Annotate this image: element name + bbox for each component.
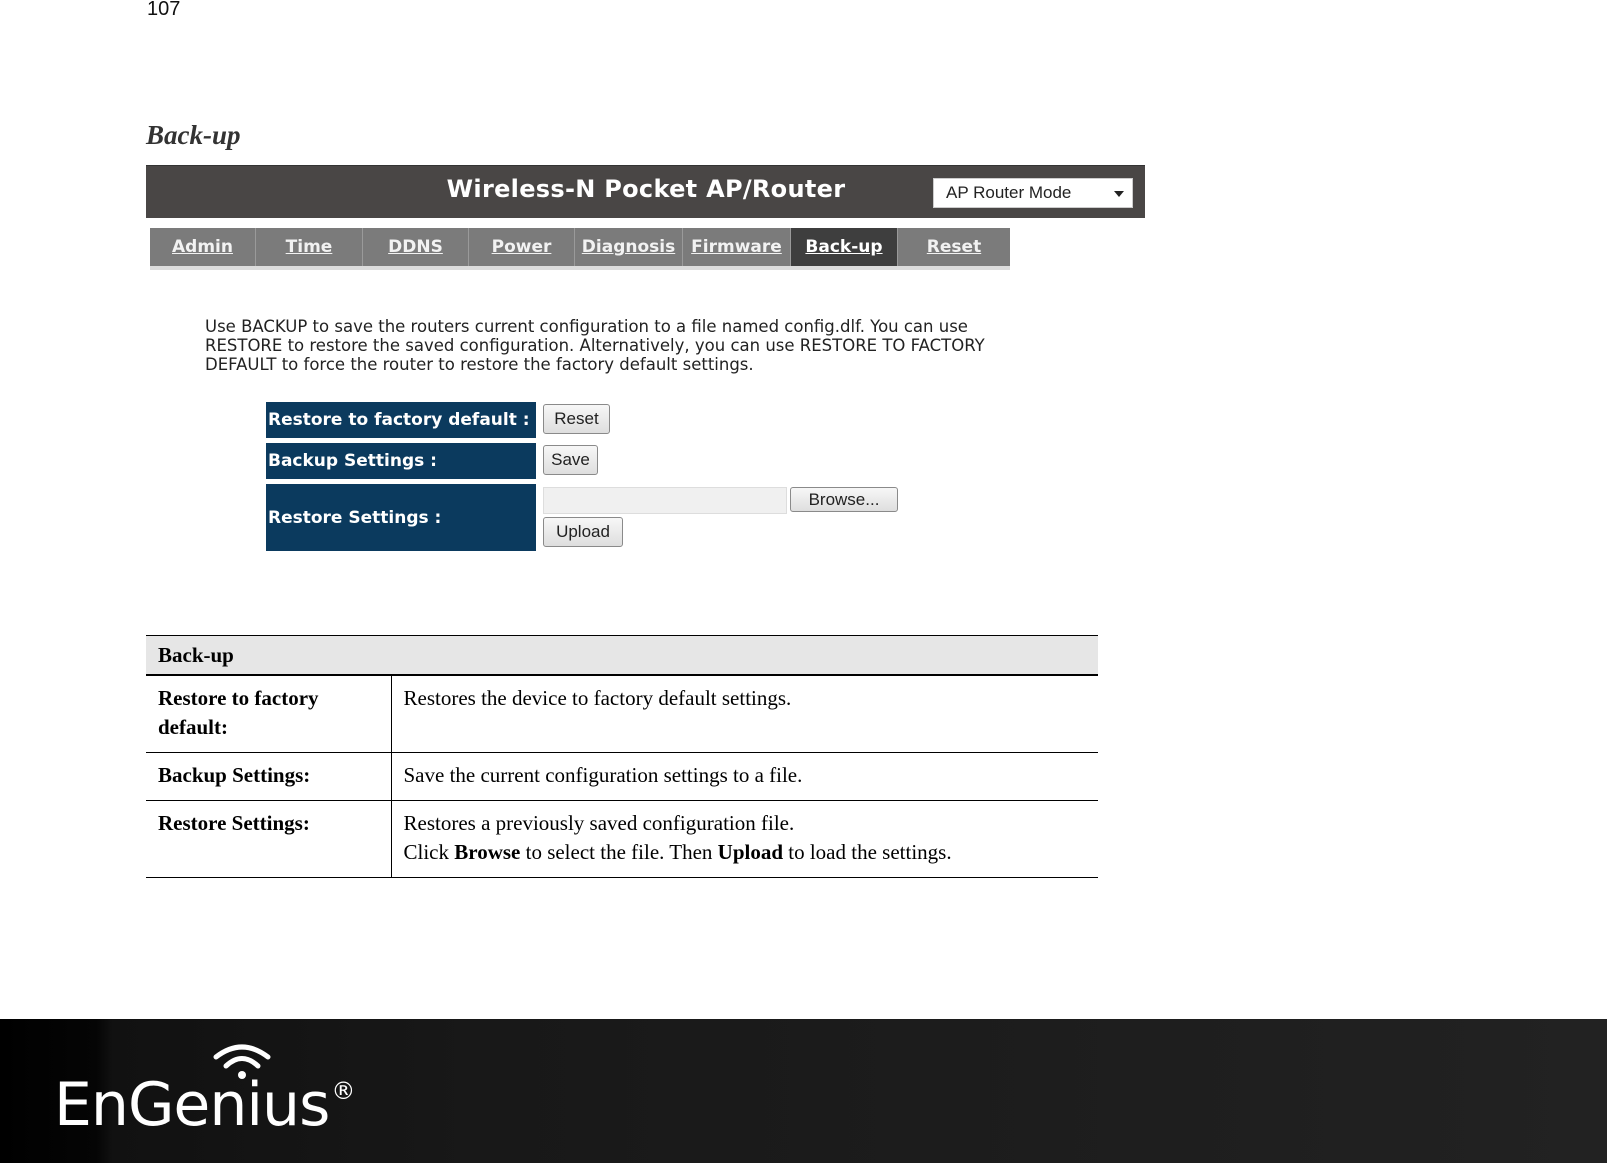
tab-time[interactable]: Time: [256, 228, 363, 266]
nav-bar: Admin Time DDNS Power Diagnosis Firmware…: [150, 228, 1010, 270]
router-title: Wireless-N Pocket AP/Router: [446, 175, 846, 203]
restore-file-input[interactable]: [543, 487, 787, 514]
table-term: Restore to factory default:: [146, 674, 392, 753]
table-row: Restore to factory default: Restores the…: [146, 674, 1098, 753]
reset-button[interactable]: Reset: [543, 404, 610, 434]
backup-description-table: Back-up Restore to factory default: Rest…: [146, 635, 1098, 878]
logo-text: EnGenius: [54, 1070, 330, 1140]
chevron-down-icon: [1114, 191, 1124, 197]
router-header: Wireless-N Pocket AP/Router AP Router Mo…: [146, 165, 1145, 218]
restore-factory-label: Restore to factory default :: [266, 402, 536, 438]
mode-select[interactable]: AP Router Mode: [933, 178, 1133, 208]
tab-backup[interactable]: Back-up: [791, 228, 898, 266]
desc-browse-bold: Browse: [454, 839, 521, 864]
table-desc: Restores the device to factory default s…: [391, 674, 1098, 753]
backup-settings-label: Backup Settings :: [266, 443, 536, 479]
backup-description: Use BACKUP to save the routers current c…: [205, 317, 985, 374]
restore-settings-label: Restore Settings :: [266, 484, 536, 551]
table-term: Restore Settings:: [146, 800, 392, 878]
page-footer: EnGenius®: [0, 1019, 1607, 1163]
table-desc-line2: Click Browse to select the file. Then Up…: [404, 838, 1087, 867]
registered-mark: ®: [331, 1077, 355, 1105]
router-ui-screenshot: Wireless-N Pocket AP/Router AP Router Mo…: [146, 165, 1146, 565]
engenius-logo: EnGenius®: [54, 1075, 355, 1135]
desc-text: Click: [403, 839, 455, 864]
table-row: Restore Settings: Restores a previously …: [146, 800, 1098, 878]
table-header: Back-up: [146, 635, 1098, 676]
table-desc: Restores a previously saved configuratio…: [391, 800, 1098, 878]
tab-admin[interactable]: Admin: [150, 228, 256, 266]
table-row: Backup Settings: Save the current config…: [146, 752, 1098, 801]
browse-button[interactable]: Browse...: [790, 487, 898, 512]
table-desc: Save the current configuration settings …: [391, 752, 1098, 801]
upload-button[interactable]: Upload: [543, 517, 623, 547]
section-title: Back-up: [146, 120, 241, 150]
desc-text: to select the file. Then: [520, 839, 718, 864]
tab-reset[interactable]: Reset: [898, 228, 1010, 266]
desc-text: to load the settings.: [783, 839, 952, 864]
table-term: Backup Settings:: [146, 752, 392, 801]
desc-upload-bold: Upload: [717, 839, 784, 864]
tab-power[interactable]: Power: [469, 228, 575, 266]
tab-diagnosis[interactable]: Diagnosis: [575, 228, 683, 266]
mode-select-value: AP Router Mode: [946, 183, 1072, 202]
save-button[interactable]: Save: [543, 445, 598, 475]
tab-firmware[interactable]: Firmware: [683, 228, 791, 266]
table-desc-line1: Restores a previously saved configuratio…: [403, 810, 795, 835]
tab-ddns[interactable]: DDNS: [363, 228, 469, 266]
page-number: 107: [147, 0, 181, 20]
